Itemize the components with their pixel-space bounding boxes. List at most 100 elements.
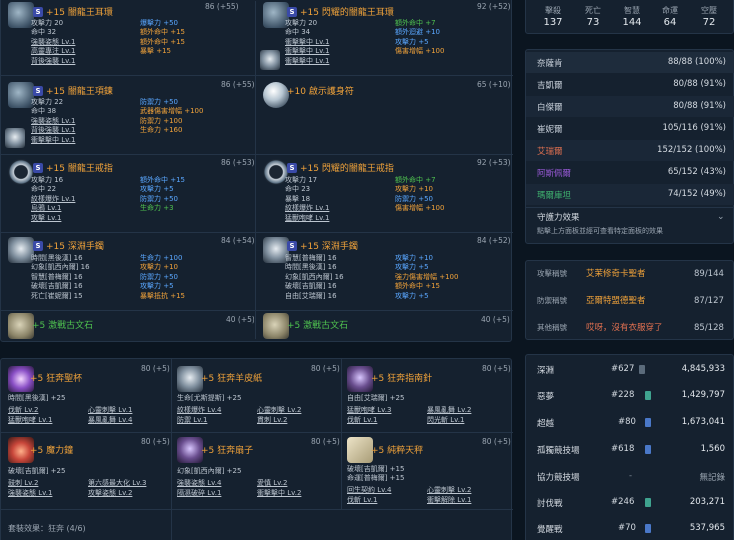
skill-link[interactable]: 烏鴉 Lv.1 [31, 204, 61, 213]
rank-row[interactable]: 覺醒戰 #70 537,965 [526, 517, 734, 540]
rank-row[interactable]: 協力競技場 - 無記錄 [526, 465, 734, 488]
guard-desc: 點擊上方面板並經可查看特定面板的效果 [537, 227, 663, 235]
god-row[interactable]: 阿斯佩爾 65/152 (43%) [526, 162, 734, 183]
skill-link[interactable]: 閃光斬 Lv.1 [427, 416, 464, 425]
equip-card-bracelet-1[interactable]: S +15 深淵手鐲 84 (+54) 時間[黑後漢] 16 幻象[凱西內爾] … [0, 233, 254, 309]
stat-label: 空壓 [701, 6, 717, 15]
rune-card-2[interactable]: +5 狂奔羊皮紙 80 (+5) 生命[尤斯提斯] +25 紋樣爆炸 Lv.4 … [171, 360, 340, 430]
skill-link[interactable]: 伐斬 Lv.1 [347, 496, 377, 505]
rank-tier-icon [645, 391, 651, 400]
rune-score: 80 (+5) [311, 364, 340, 373]
rune-score: 80 (+5) [482, 364, 511, 373]
skill-link[interactable]: 暴風亂舞 Lv.2 [427, 406, 471, 415]
rune-card-4[interactable]: +5 魔力鐘 80 (+5) 破壞[吉凱爾] +25 鼓刺 Lv.2 第六感最大… [0, 433, 170, 505]
rank-position: #70 [618, 523, 636, 533]
ancient-stone-icon [8, 313, 34, 339]
rank-row[interactable]: 孤獨競技場 #618 1,560 [526, 438, 734, 461]
rank-value: 203,271 [689, 497, 725, 507]
god-row[interactable]: 奈薩肯 88/88 (100%) [526, 52, 734, 73]
equip-card-stone-2[interactable]: +5 激戰古文石 40 (+5) [255, 310, 511, 341]
skill-link[interactable]: 第六感最大化 Lv.3 [88, 479, 146, 488]
guard-title[interactable]: 守護力效果 [537, 214, 580, 223]
skill-link[interactable]: 伐斬 Lv.1 [347, 416, 377, 425]
equip-card-ring-2[interactable]: S +15 閃耀的闇龍王戒指 92 (+53) 攻擊力 17 命中 23 暴擊 … [255, 155, 511, 231]
equip-card-stone-1[interactable]: +5 激戰古文石 40 (+5) [0, 310, 254, 341]
ancient-stone-icon [263, 313, 289, 339]
skill-link[interactable]: 暴風亂舞 Lv.4 [88, 416, 132, 425]
equip-card-earring-2[interactable]: S +15 閃耀的闇龍王耳環 92 (+52) 攻擊力 20 命中 34 衝擊擊… [255, 0, 511, 74]
item-score: 84 (+54) [221, 236, 254, 245]
skill-link[interactable]: 心靈刺擊 Lv.2 [427, 486, 471, 495]
rune-card-6[interactable]: +5 純粹天秤 80 (+5) 破壞[吉凱爾] +15 命運[普梅爾] +15 … [341, 433, 511, 505]
skill-link[interactable]: 背後強襲 Lv.1 [31, 126, 75, 135]
god-name: 瑪爾庫坦 [537, 191, 572, 201]
skill-link[interactable]: 強襲姿態 Lv.1 [8, 489, 52, 498]
chevron-down-icon[interactable]: ⌄ [717, 213, 725, 222]
rune-card-5[interactable]: +5 狂奔扇子 80 (+5) 幻象[凱西內爾] +25 強襲姿態 Lv.4 愛… [171, 433, 340, 505]
base-stat: 命中 32 [31, 28, 57, 36]
equip-card-ring-1[interactable]: S +15 闇龍王戒指 86 (+53) 攻擊力 16 命中 22 紋樣爆炸 L… [0, 155, 254, 231]
skill-link[interactable]: 愛慎 Lv.2 [257, 479, 287, 488]
skill-link[interactable]: 衝擊擊中 Lv.1 [285, 47, 329, 56]
skill-link[interactable]: 紋樣爆炸 Lv.1 [285, 204, 329, 213]
rune-stat: 破壞[吉凱爾] +15 [347, 465, 405, 473]
skill-link[interactable]: 強襲姿態 Lv.1 [31, 38, 75, 47]
skill-link[interactable]: 衝擊擊中 Lv.2 [257, 489, 301, 498]
title-name[interactable]: 艾茉修奇卡聖者 [586, 270, 646, 279]
skill-link[interactable]: 衝擊擊中 Lv.1 [31, 136, 75, 145]
skill-link[interactable]: 強襲姿態 Lv.1 [31, 117, 75, 126]
god-row[interactable]: 瑪爾庫坦 74/152 (49%) [526, 184, 734, 205]
rank-row[interactable]: 超越 #80 1,673,041 [526, 411, 734, 434]
bonus-stat: 防禦力 +50 [140, 273, 178, 281]
skill-link[interactable]: 回生契約 Lv.4 [347, 486, 391, 495]
item-title: +15 闇龍王項鍊 [46, 87, 113, 97]
equip-card-amulet[interactable]: +10 啟示護身符 65 (+10) [255, 76, 511, 152]
rank-tier-icon [645, 418, 651, 427]
skill-link[interactable]: 伐斬 Lv.2 [8, 406, 38, 415]
skill-link[interactable]: 衝擊擊中 Lv.1 [285, 57, 329, 66]
title-value: 87/127 [694, 296, 724, 306]
skill-link[interactable]: 衝擊擊中 Lv.1 [285, 38, 329, 47]
skill-link[interactable]: 猛獸咆哮 Lv.3 [347, 406, 391, 415]
equip-card-bracelet-2[interactable]: S +15 深淵手鐲 84 (+52) 智慧[普梅爾] 16 時間[黑後漢] 1… [255, 233, 511, 309]
skill-link[interactable]: 猛獸咆哮 Lv.1 [8, 416, 52, 425]
rune-title: +5 狂奔指南針 [371, 374, 433, 384]
skill-link[interactable]: 高靈專注 Lv.1 [31, 47, 75, 56]
rank-row[interactable]: 惡夢 #228 1,429,797 [526, 384, 734, 407]
rune-card-3[interactable]: +5 狂奔指南針 80 (+5) 自由[艾瑞爾] +25 猛獸咆哮 Lv.3 暴… [341, 360, 511, 430]
skill-link[interactable]: 紋樣爆炸 Lv.4 [177, 406, 221, 415]
stat-value: 144 [622, 17, 642, 28]
skill-link[interactable]: 背後強襲 Lv.1 [31, 57, 75, 66]
rank-row[interactable]: 討伐戰 #246 203,271 [526, 491, 734, 514]
god-row[interactable]: 艾瑞爾 152/152 (100%) [526, 140, 734, 161]
skill-link[interactable]: 衝擊解除 Lv.1 [427, 496, 471, 505]
skill-link[interactable]: 紋樣爆炸 Lv.1 [31, 195, 75, 204]
item-title: +5 激戰古文石 [32, 321, 94, 331]
bonus-stat: 爆擊力 +50 [140, 19, 178, 27]
skill-link[interactable]: 防禦 Lv.1 [177, 416, 207, 425]
item-title: +15 閃耀的闇龍王耳環 [300, 8, 394, 18]
skill-link[interactable]: 猛獸咆哮 Lv.1 [285, 214, 329, 223]
rank-position: #618 [611, 444, 635, 454]
god-row[interactable]: 崔妮爾 105/116 (91%) [526, 118, 734, 139]
equip-card-necklace[interactable]: S +15 闇龍王項鍊 86 (+55) 攻擊力 22 命中 38 強襲姿態 L… [0, 76, 254, 152]
skill-link[interactable]: 強襲姿態 Lv.4 [177, 479, 221, 488]
rank-row[interactable]: 深淵 #627 4,845,933 [526, 358, 734, 381]
god-row[interactable]: 白傑爾 80/88 (91%) [526, 96, 734, 117]
skill-link[interactable]: 攻擊 Lv.1 [31, 214, 61, 223]
rune-card-1[interactable]: +5 狂奔聖杯 80 (+5) 時間[黑後漢] +25 伐斬 Lv.2 心靈刺擊… [0, 360, 170, 430]
rank-value: 1,429,797 [681, 390, 725, 400]
god-row[interactable]: 吉凱爾 80/88 (91%) [526, 74, 734, 95]
skill-link[interactable]: 隔濕破碎 Lv.1 [177, 489, 221, 498]
equip-card-earring-1[interactable]: S +15 闇龍王耳環 86 (+55) 攻擊力 20 命中 32 強襲姿態 L… [0, 0, 254, 74]
skill-link[interactable]: 鼓刺 Lv.2 [8, 479, 38, 488]
title-name[interactable]: 亞爾特盟德聖者 [586, 297, 646, 306]
bonus-stat: 防禦力 +50 [140, 195, 178, 203]
title-name[interactable]: 哎呀，沒有衣服穿了 [586, 324, 663, 333]
skill-link[interactable]: 貫刺 Lv.2 [257, 416, 287, 425]
bonus-stat: 攻擊力 +5 [140, 282, 174, 290]
skill-link[interactable]: 心靈刺擊 Lv.2 [257, 406, 301, 415]
bonus-stat: 攻擊力 +10 [140, 263, 178, 271]
skill-link[interactable]: 心靈刺擊 Lv.1 [88, 406, 132, 415]
skill-link[interactable]: 攻擊姿態 Lv.2 [88, 489, 132, 498]
